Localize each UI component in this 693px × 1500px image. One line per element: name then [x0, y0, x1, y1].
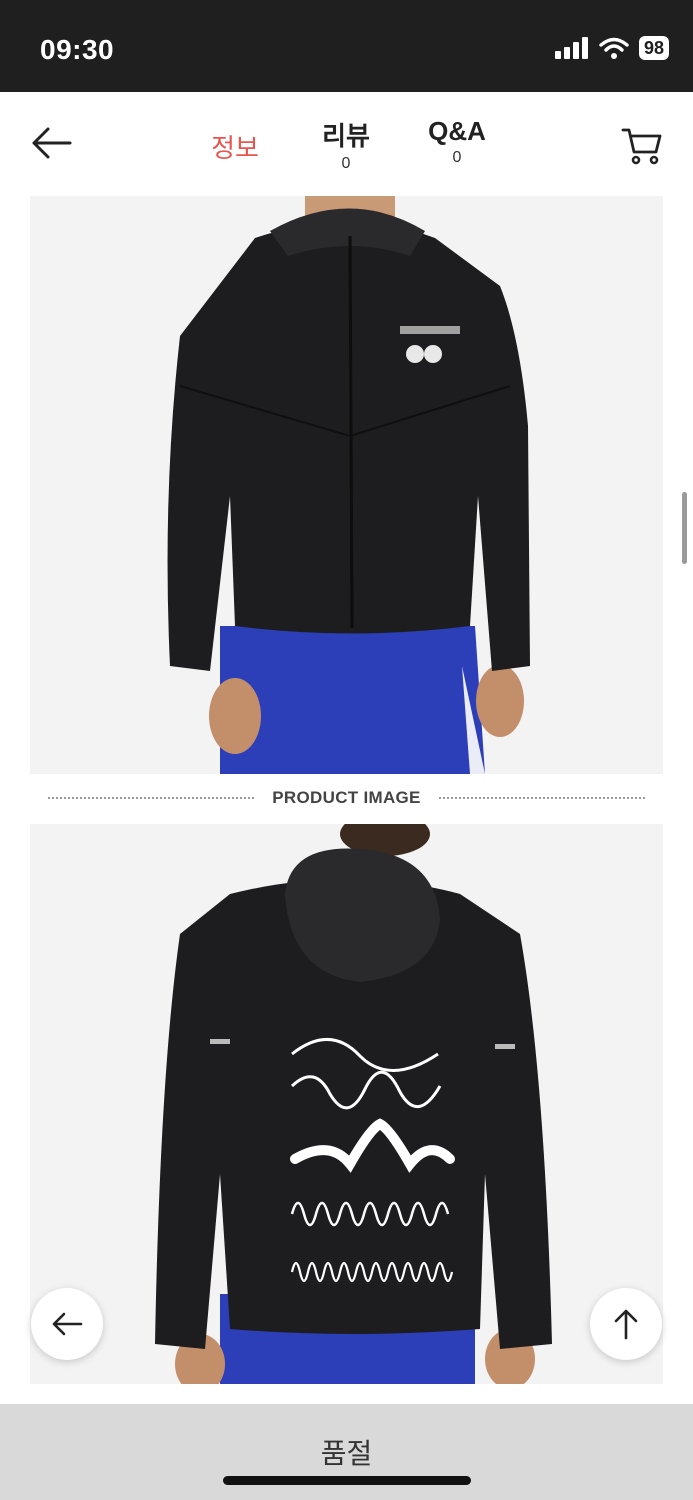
- product-image-divider: PRODUCT IMAGE: [48, 784, 645, 812]
- soldout-label: 품절: [320, 1438, 373, 1469]
- tab-review[interactable]: 리뷰 0: [310, 116, 382, 173]
- tab-review-label: 리뷰: [322, 121, 370, 151]
- tab-qa[interactable]: Q&A 0: [420, 116, 494, 167]
- jacket-front-illustration: [30, 196, 663, 774]
- tab-qa-label: Q&A: [428, 116, 486, 146]
- status-time: 09:30: [40, 34, 115, 65]
- back-arrow-icon[interactable]: [30, 126, 74, 160]
- battery-indicator: 98: [638, 36, 669, 60]
- back-arrow-icon: [52, 1312, 83, 1336]
- jacket-back-illustration: [30, 824, 663, 1384]
- tab-review-count: 0: [341, 155, 351, 172]
- product-image-front: [30, 196, 663, 774]
- signal-icon: [554, 37, 588, 59]
- tab-qa-count: 0: [452, 149, 462, 166]
- tab-info-label: 정보: [211, 133, 259, 163]
- wifi-icon: [599, 37, 629, 59]
- status-bar: 09:30 98: [0, 0, 693, 92]
- home-indicator: [223, 1476, 471, 1485]
- tab-info[interactable]: 정보: [200, 128, 270, 165]
- divider-label: PRODUCT IMAGE: [272, 788, 421, 807]
- scrollbar[interactable]: [682, 492, 687, 564]
- divider-dots-right: [438, 797, 645, 799]
- cart-icon[interactable]: [621, 126, 663, 166]
- back-button[interactable]: [31, 1288, 103, 1360]
- scroll-to-top-button[interactable]: [590, 1288, 662, 1360]
- divider-dots-left: [48, 797, 255, 799]
- status-icons: 98: [554, 36, 669, 60]
- soldout-bar[interactable]: 품절: [0, 1404, 693, 1500]
- product-nav: 정보 리뷰 0 Q&A 0: [0, 92, 693, 196]
- arrow-up-icon: [614, 1309, 638, 1340]
- product-image-back: [30, 824, 663, 1384]
